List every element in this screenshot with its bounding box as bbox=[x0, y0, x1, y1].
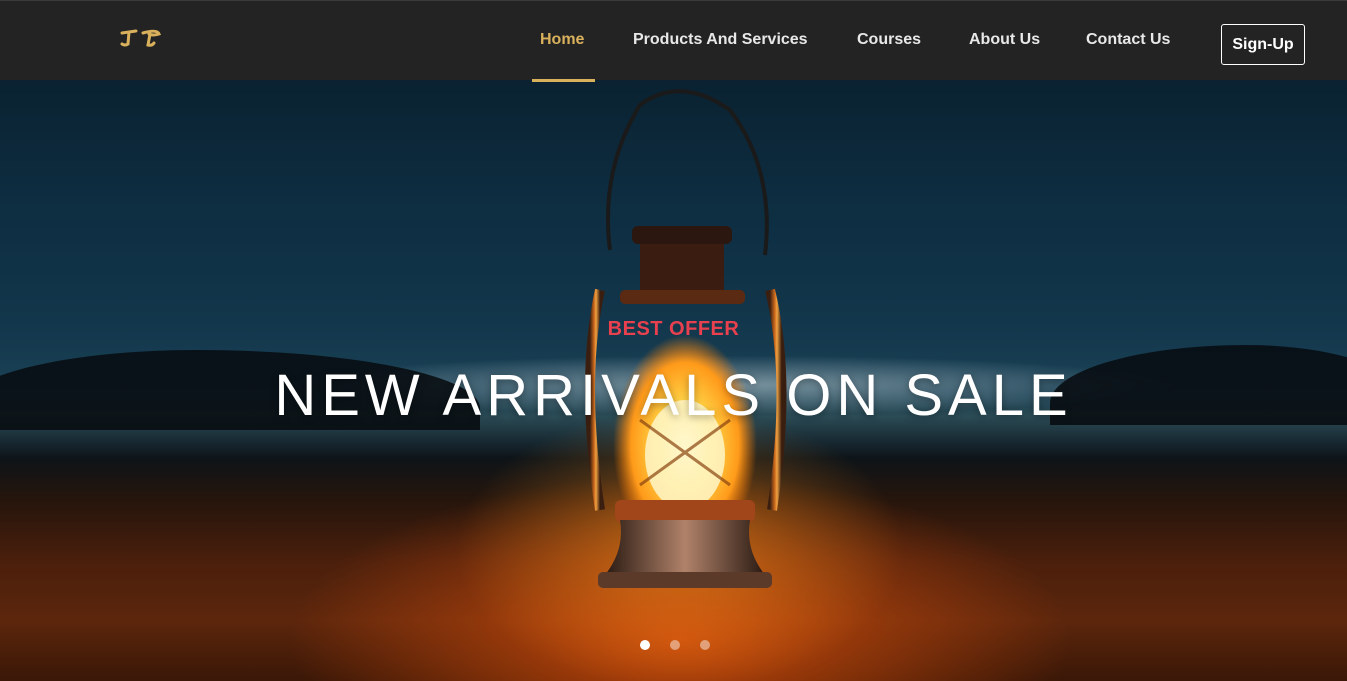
nav-products-and-services[interactable]: Products And Services bbox=[633, 31, 808, 49]
hero-subtitle: BEST OFFER bbox=[607, 318, 740, 340]
nav-contact-us[interactable]: Contact Us bbox=[1086, 31, 1170, 49]
nav-courses[interactable]: Courses bbox=[857, 31, 921, 49]
hero-headline: NEW ARRIVALS ON SALE bbox=[274, 363, 1073, 428]
active-nav-indicator bbox=[532, 79, 595, 82]
main-nav: Home Products And Services Courses About… bbox=[0, 1, 1347, 82]
slide-dot-2[interactable] bbox=[670, 640, 680, 650]
nav-about-us[interactable]: About Us bbox=[969, 31, 1040, 49]
slide-dot-1[interactable] bbox=[640, 640, 650, 650]
signup-button[interactable]: Sign-Up bbox=[1221, 24, 1305, 65]
nav-home[interactable]: Home bbox=[540, 31, 584, 49]
hero-slider: BEST OFFER NEW ARRIVALS ON SALE bbox=[0, 80, 1347, 681]
top-navbar: Home Products And Services Courses About… bbox=[0, 0, 1347, 82]
slider-pagination bbox=[0, 640, 1347, 652]
slide-dot-3[interactable] bbox=[700, 640, 710, 650]
